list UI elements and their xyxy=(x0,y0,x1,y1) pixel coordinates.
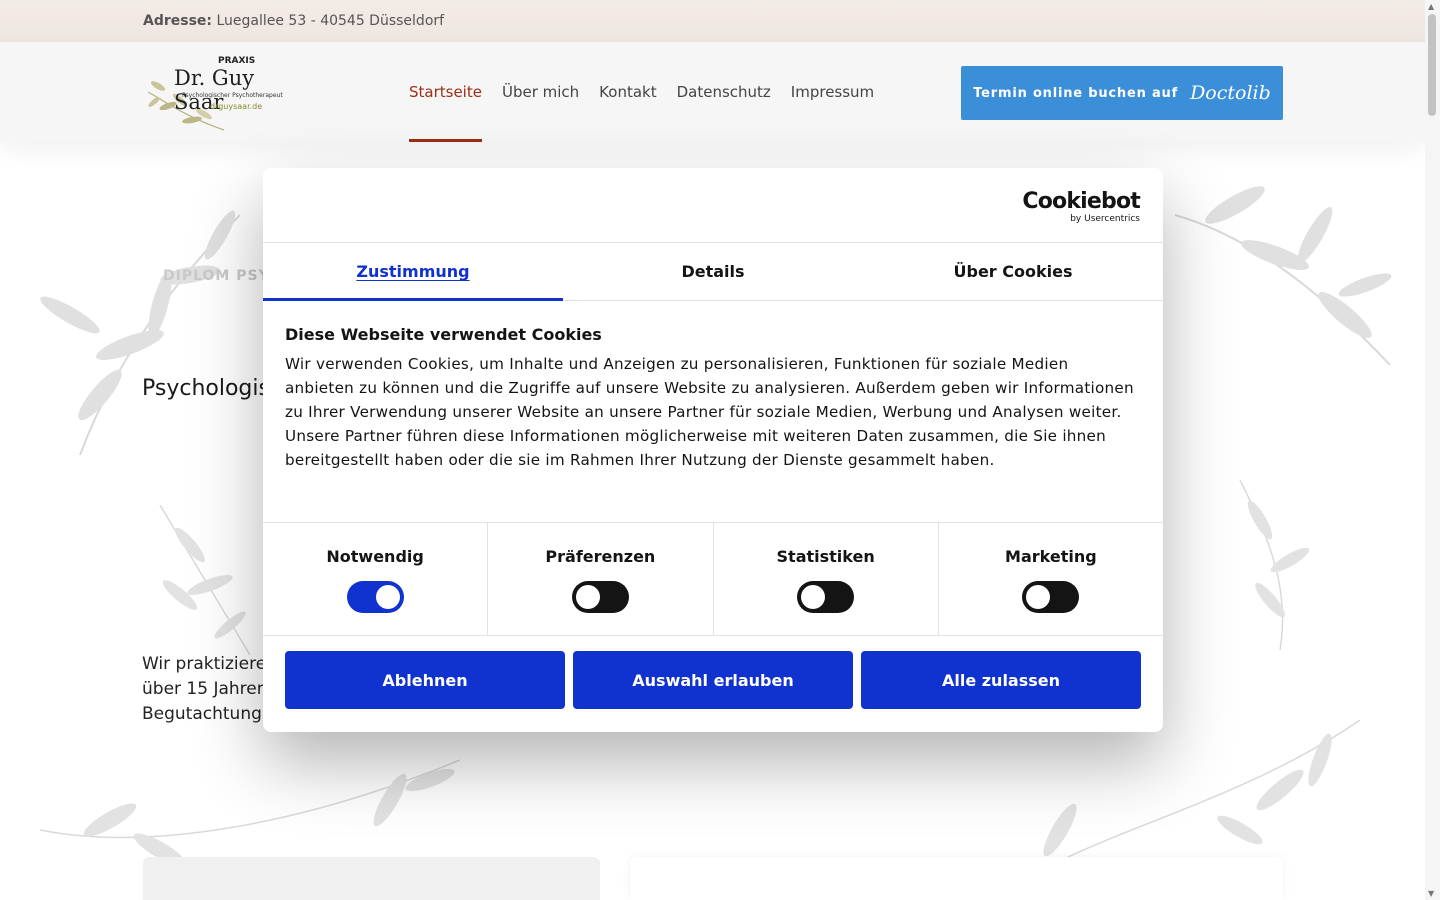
dialog-header: Cookiebot by Usercentrics xyxy=(263,168,1163,243)
nav-impressum[interactable]: Impressum xyxy=(791,42,874,142)
tab-ueber-cookies[interactable]: Über Cookies xyxy=(863,243,1163,300)
category-label: Statistiken xyxy=(776,547,875,566)
address-value: Luegallee 53 - 40545 Düsseldorf xyxy=(216,13,445,29)
category-notwendig: Notwendig xyxy=(263,523,489,635)
category-statistiken: Statistiken xyxy=(714,523,939,635)
toggle-praeferenzen[interactable] xyxy=(571,581,629,613)
leaf-decoration-icon xyxy=(1174,186,1392,366)
book-button-label: Termin online buchen auf xyxy=(973,85,1179,101)
category-label: Marketing xyxy=(1005,547,1097,566)
nav-datenschutz[interactable]: Datenschutz xyxy=(677,42,771,142)
content-card-left xyxy=(143,857,600,900)
tab-zustimmung[interactable]: Zustimmung xyxy=(263,243,563,301)
cookiebot-logo[interactable]: Cookiebot by Usercentrics xyxy=(1022,189,1140,225)
doctolib-logo: Doctolib xyxy=(1190,82,1271,104)
toggle-knob xyxy=(375,585,400,609)
cookie-actions: Ablehnen Auswahl erlauben Alle zulassen xyxy=(263,636,1163,724)
book-appointment-button[interactable]: Termin online buchen auf Doctolib xyxy=(961,66,1283,120)
cookie-categories: Notwendig Präferenzen Statistiken Market… xyxy=(263,523,1163,636)
allow-selection-button[interactable]: Auswahl erlauben xyxy=(573,651,853,709)
scroll-down-icon[interactable]: ▼ xyxy=(1428,889,1434,898)
toggle-knob xyxy=(575,585,600,609)
content-card-right xyxy=(630,857,1283,900)
site-logo[interactable]: PRAXIS Dr. Guy Saar Psychologischer Psyc… xyxy=(146,54,296,132)
category-marketing: Marketing xyxy=(939,523,1163,635)
reject-button[interactable]: Ablehnen xyxy=(285,651,565,709)
page-scrollbar[interactable]: ▲ ▼ xyxy=(1425,0,1440,900)
nav-startseite[interactable]: Startseite xyxy=(409,42,482,142)
cookiebot-by: by Usercentrics xyxy=(1070,214,1140,224)
cookie-tabs: Zustimmung Details Über Cookies xyxy=(263,243,1163,301)
category-label: Präferenzen xyxy=(545,547,656,566)
main-nav: Startseite Über mich Kontakt Datenschutz… xyxy=(409,42,874,142)
allow-all-button[interactable]: Alle zulassen xyxy=(861,651,1141,709)
tab-details[interactable]: Details xyxy=(563,243,863,300)
site-header: PRAXIS Dr. Guy Saar Psychologischer Psyc… xyxy=(0,42,1425,142)
toggle-marketing[interactable] xyxy=(1022,581,1080,613)
leaf-decoration-icon xyxy=(1239,480,1310,650)
hero-paragraph-line: Begutachtung xyxy=(142,704,262,724)
logo-praxis: PRAXIS xyxy=(218,56,256,66)
toggle-knob xyxy=(801,585,826,609)
address-label: Adresse: xyxy=(143,13,213,29)
toggle-knob xyxy=(1026,585,1051,609)
category-praeferenzen: Präferenzen xyxy=(488,523,714,635)
cookie-title: Diese Webseite verwendet Cookies xyxy=(285,325,602,344)
cookie-description: Diese Webseite verwendet Cookies Wir ver… xyxy=(263,301,1163,523)
logo-url: drguysaar.de xyxy=(210,102,263,111)
nav-ueber-mich[interactable]: Über mich xyxy=(502,42,579,142)
cookiebot-brand: Cookiebot xyxy=(1022,189,1140,214)
logo-subtitle: Psychologischer Psychotherapeut xyxy=(182,92,283,99)
toggle-statistiken[interactable] xyxy=(797,581,855,613)
hero-paragraph-line: Wir praktiziere xyxy=(142,654,267,674)
nav-kontakt[interactable]: Kontakt xyxy=(599,42,656,142)
scroll-up-icon[interactable]: ▲ xyxy=(1428,2,1434,11)
scrollbar-thumb[interactable] xyxy=(1428,14,1436,116)
category-label: Notwendig xyxy=(326,547,424,566)
hero-paragraph: Wir praktiziere über 15 Jahren Begutacht… xyxy=(142,652,272,727)
hero-paragraph-line: über 15 Jahren xyxy=(142,679,268,699)
toggle-notwendig[interactable] xyxy=(346,581,404,613)
address-bar: Adresse: Luegallee 53 - 40545 Düsseldorf xyxy=(0,0,1425,42)
hero-heading: Psychologis xyxy=(142,376,270,401)
cookie-text: Wir verwenden Cookies, um Inhalte und An… xyxy=(285,355,1134,469)
address: Adresse: Luegallee 53 - 40545 Düsseldorf xyxy=(143,13,444,29)
leaf-decoration-icon xyxy=(40,210,241,455)
leaf-decoration-icon xyxy=(159,505,251,655)
cookie-consent-dialog: Cookiebot by Usercentrics Zustimmung Det… xyxy=(263,168,1163,732)
